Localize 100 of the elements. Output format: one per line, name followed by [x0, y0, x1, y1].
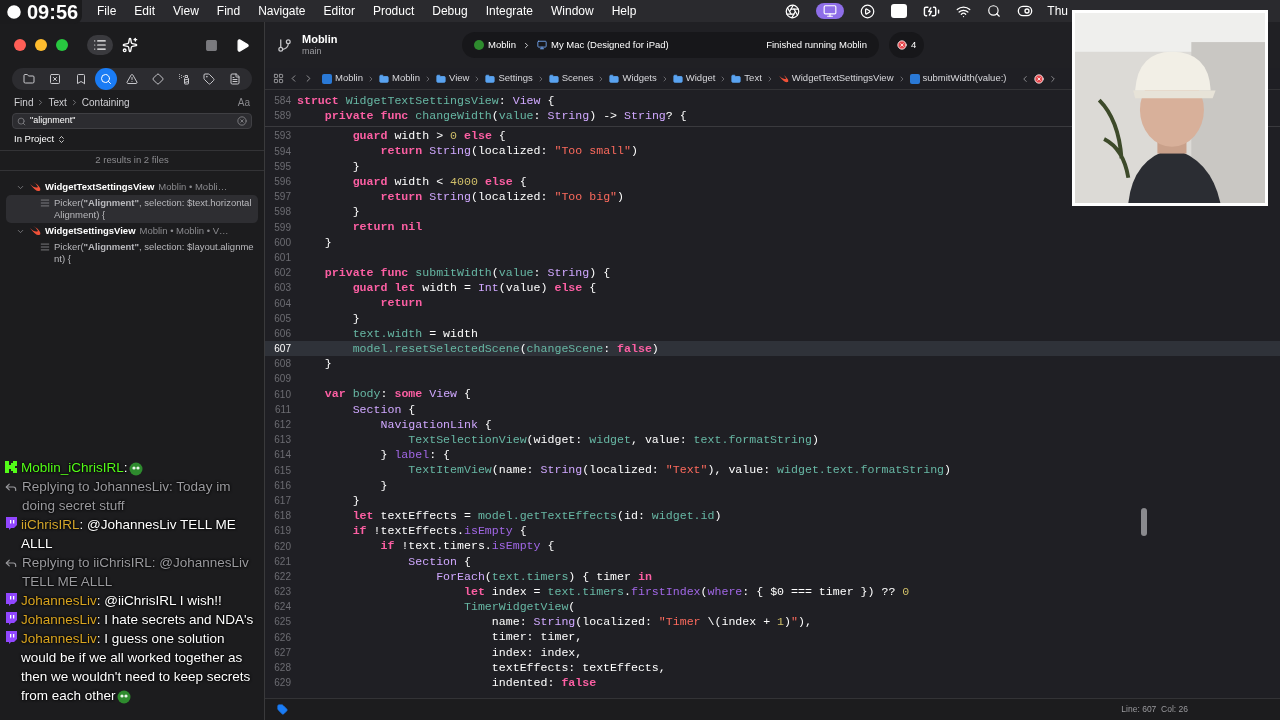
- result-match[interactable]: Picker("Alignment", selection: $text.horizontalAlignment) {: [6, 195, 258, 223]
- breadcrumb-item[interactable]: submitWidth(value:): [909, 71, 1007, 86]
- menu-item[interactable]: Editor: [314, 2, 364, 20]
- code-line: indented: false: [490, 675, 597, 692]
- chat-reply: Replying to JohannesLiv: Today im doing secret stuff: [22, 478, 232, 515]
- find-option[interactable]: Text: [48, 94, 67, 110]
- build-status: Finished running Moblin: [766, 37, 867, 52]
- menu-item[interactable]: View: [164, 2, 208, 20]
- code-line: text.width = width: [351, 325, 478, 342]
- code-line: Section {: [351, 401, 416, 418]
- error-badge[interactable]: 4: [889, 32, 925, 58]
- line-number: 621: [273, 554, 291, 569]
- menu-item[interactable]: Edit: [125, 2, 165, 20]
- cursor-position: Line: 607 Col: 26: [1121, 703, 1188, 716]
- breadcrumb-item[interactable]: Moblin: [322, 71, 363, 86]
- breadcrumb-item[interactable]: Widget: [672, 71, 716, 86]
- menu-item[interactable]: Product: [363, 2, 424, 20]
- code-line: guard let width = Int(value) else {: [351, 280, 597, 297]
- chat-message: Moblin_iChrisIRL:: [21, 458, 146, 477]
- stream-clock-time: 09:56: [27, 0, 79, 25]
- result-path: Moblin • Moblin • V…: [139, 223, 229, 238]
- line-number: 606: [273, 326, 291, 341]
- code-line: }: [323, 356, 332, 373]
- line-number: 603: [273, 281, 291, 296]
- code-line: TextSelectionView(widget: widget, value: text.formatString): [407, 432, 819, 449]
- line-number: 607: [273, 342, 291, 357]
- line-number: 628: [273, 661, 291, 676]
- scope-selector[interactable]: In Project: [14, 132, 67, 147]
- destination-selector[interactable]: My Mac (Designed for iPad): [537, 37, 669, 53]
- breadcrumb-item[interactable]: Moblin: [379, 71, 420, 86]
- code-line: if !textEffects.isEmpty {: [351, 523, 527, 540]
- menu-item[interactable]: File: [88, 2, 126, 20]
- line-number: 615: [273, 463, 291, 478]
- breadcrumb-item[interactable]: Settings: [485, 71, 533, 86]
- code-line: }: [323, 234, 332, 251]
- result-file[interactable]: WidgetTextSettingsView: [45, 179, 155, 195]
- code-line: }: [351, 158, 360, 175]
- line-number: 596: [273, 175, 291, 190]
- match-case-toggle[interactable]: Aa: [237, 94, 250, 110]
- code-line: timer: timer,: [490, 629, 583, 646]
- line-number: 602: [273, 266, 291, 281]
- breadcrumb-item[interactable]: Scenes: [548, 71, 594, 86]
- scheme-selector[interactable]: Moblin: [474, 37, 516, 53]
- branch-name: main: [302, 45, 323, 57]
- line-number: 584: [273, 94, 291, 109]
- code-line: private func changeWidth(value: String) -> String? {: [323, 108, 687, 125]
- line-number: 601: [273, 250, 291, 265]
- project-name: Moblin: [302, 33, 339, 45]
- code-line: if !text.timers.isEmpty {: [379, 538, 555, 555]
- menu-item[interactable]: Navigate: [249, 2, 315, 20]
- menu-item[interactable]: Help: [602, 2, 646, 20]
- line-number: 599: [273, 220, 291, 235]
- menu-item[interactable]: Window: [542, 2, 603, 20]
- line-number: 617: [273, 493, 291, 508]
- breadcrumb-item[interactable]: View: [436, 71, 470, 86]
- result-file[interactable]: WidgetSettingsView: [45, 223, 136, 239]
- find-option[interactable]: Find: [14, 94, 34, 110]
- line-number: 627: [273, 645, 291, 660]
- code-line: }: [351, 204, 360, 221]
- code-line: guard width > 0 else {: [351, 128, 506, 145]
- line-number: 624: [273, 600, 291, 615]
- menu-item[interactable]: Find: [207, 2, 250, 20]
- search-field[interactable]: "alignment": [12, 113, 252, 129]
- result-match[interactable]: Picker("Alignment", selection: $layout.alignment) {: [6, 239, 258, 267]
- menu-item[interactable]: Integrate: [476, 2, 542, 20]
- code-line: }: [351, 492, 360, 509]
- line-number: 618: [273, 509, 291, 524]
- code-line: ForEach(text.timers) { timer in: [435, 568, 652, 585]
- line-number: 625: [273, 615, 291, 630]
- code-line: }: [351, 310, 360, 327]
- code-line: TimerWidgetView(: [462, 599, 576, 616]
- line-number: 612: [273, 418, 291, 433]
- breadcrumb-item[interactable]: WidgetTextSettingsView: [777, 71, 894, 86]
- code-line: TextItemView(name: String(localized: "Text"), value: widget.text.formatString): [407, 462, 952, 479]
- code-line: private func submitWidth(value: String) {: [323, 264, 611, 281]
- code-line: return: [379, 295, 423, 312]
- line-number: 610: [273, 387, 291, 402]
- code-line: name: String(localized: "Timer \(index + 1)"),: [490, 614, 812, 631]
- chat-reply: Replying to iiChrisIRL: @JohannesLiv TELL ME ALLL: [22, 554, 250, 591]
- code-line: textEffects: textEffects,: [490, 659, 666, 676]
- breadcrumb-item[interactable]: Widgets: [609, 71, 657, 86]
- breadcrumb-item[interactable]: Text: [731, 71, 762, 86]
- line-number: 597: [273, 190, 291, 205]
- line-number: 622: [273, 569, 291, 584]
- chat-message: JohannesLiv: I hate secrets and NDA's: [21, 611, 254, 629]
- code-line: return String(localized: "Too small"): [379, 143, 638, 160]
- code-line: struct WidgetTextSettingsView: View {: [297, 92, 555, 109]
- code-line: NavigationLink {: [379, 416, 492, 433]
- chat-message: JohannesLiv: I guess one solution would be if we all worked together as then we wouldn't need to keep secrets from each other: [21, 630, 252, 705]
- line-number: 613: [273, 433, 291, 448]
- line-number: 614: [273, 448, 291, 463]
- line-number: 589: [273, 109, 291, 124]
- line-number: 620: [273, 539, 291, 554]
- line-number: 623: [273, 585, 291, 600]
- find-option[interactable]: Containing: [81, 94, 130, 110]
- menu-item[interactable]: Debug: [423, 2, 477, 20]
- line-number: 609: [273, 372, 291, 387]
- line-number: 608: [273, 357, 291, 372]
- results-summary: 2 results in 2 files: [95, 153, 169, 168]
- line-number: 598: [273, 205, 291, 220]
